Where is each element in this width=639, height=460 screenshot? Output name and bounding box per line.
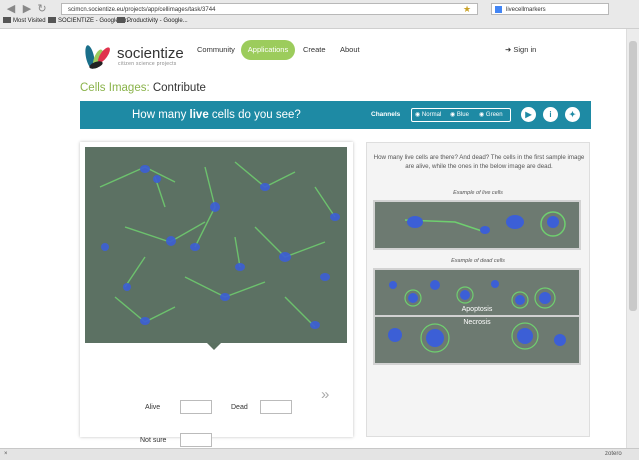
dead-cells-caption: Example of dead cells [451,258,505,264]
not-sure-input[interactable] [180,433,212,447]
channel-selector: ◉ Normal ◉ Blue ◉ Green [411,108,511,122]
folder-icon [48,17,56,24]
bookmark-star-icon[interactable]: ★ [463,3,471,15]
task-question: How many live cells do you see? [132,109,301,121]
back-arrow-icon[interactable]: ◀ [4,3,18,15]
google-icon [495,6,502,13]
socientize-logo-icon[interactable] [83,41,113,73]
help-panel: How many live cells are there? And dead?… [366,142,590,437]
radio-icon: ◉ [479,112,485,118]
search-bar[interactable]: livecellmarkers [491,3,609,15]
bookmark-productivity[interactable]: Productivity - Google... [117,16,188,27]
dead-cells-example-image: Apoptosis Necrosis [373,268,581,365]
channels-label: Channels [371,111,401,118]
page-scrollbar[interactable] [626,29,639,448]
bookmark-most-visited[interactable]: Most Visited [3,16,46,27]
browser-toolbar: ◀ ▶ ↻ scimcn.socientize.eu/projects/app/… [0,0,639,29]
scrollbar-thumb[interactable] [629,41,637,311]
chevron-right-icon[interactable]: » [321,386,329,403]
task-card: Alive Dead Not sure » [80,142,353,447]
live-cells-svg [375,202,579,248]
channel-normal[interactable]: ◉ Normal [415,109,441,121]
help-description: How many live cells are there? And dead?… [373,154,585,170]
channel-green[interactable]: ◉ Green [479,109,503,121]
twitter-bird-icon[interactable]: ✦ [565,107,580,122]
task-banner: How many live cells do you see? Channels… [80,101,591,129]
close-findbar-icon[interactable]: × [4,449,8,459]
forward-arrow-icon[interactable]: ▶ [20,3,34,15]
radio-icon: ◉ [450,112,456,118]
nav-applications[interactable]: Applications [241,40,295,60]
logo-tagline: citizen science projects [118,61,177,67]
cell-microscopy-image [85,147,347,343]
dead-cells-svg [375,270,579,363]
live-cells-example-image [373,200,581,250]
url-bar[interactable]: scimcn.socientize.eu/projects/app/cellim… [61,3,478,15]
apoptosis-label: Apoptosis [461,306,493,313]
folder-icon [3,17,11,24]
nav-create[interactable]: Create [303,40,326,60]
image-pointer [207,343,221,350]
sign-in-icon: ➜ [505,45,512,54]
live-cells-caption: Example of live cells [453,190,503,196]
zotero-label[interactable]: zotero [605,449,622,459]
radio-selected-icon: ◉ [415,112,421,118]
page-content: socientize citizen science projects Comm… [0,29,626,448]
dead-label: Dead [231,404,248,411]
dead-input[interactable] [260,400,292,414]
breadcrumb: Cells Images: Contribute [80,82,206,94]
reload-icon[interactable]: ↻ [35,3,49,15]
breadcrumb-project[interactable]: Cells Images [80,82,146,94]
not-sure-label: Not sure [140,437,167,444]
video-camera-icon[interactable]: ▶ [521,107,536,122]
cell-image-svg [85,147,347,343]
nav-community[interactable]: Community [197,40,235,60]
folder-icon [117,17,125,24]
search-text: livecellmarkers [506,7,546,13]
bookmarks-bar: Most Visited SOCIENTIZE - Google Dr... P… [0,16,639,27]
info-icon[interactable]: i [543,107,558,122]
alive-input[interactable] [180,400,212,414]
necrosis-label: Necrosis [463,319,491,326]
sign-in-link[interactable]: ➜ Sign in [505,40,536,60]
status-bar: × zotero [0,448,639,460]
channel-blue[interactable]: ◉ Blue [450,109,469,121]
logo-text[interactable]: socientize [117,45,184,62]
nav-about[interactable]: About [340,40,360,60]
alive-label: Alive [145,404,161,411]
breadcrumb-page: Contribute [152,82,206,94]
